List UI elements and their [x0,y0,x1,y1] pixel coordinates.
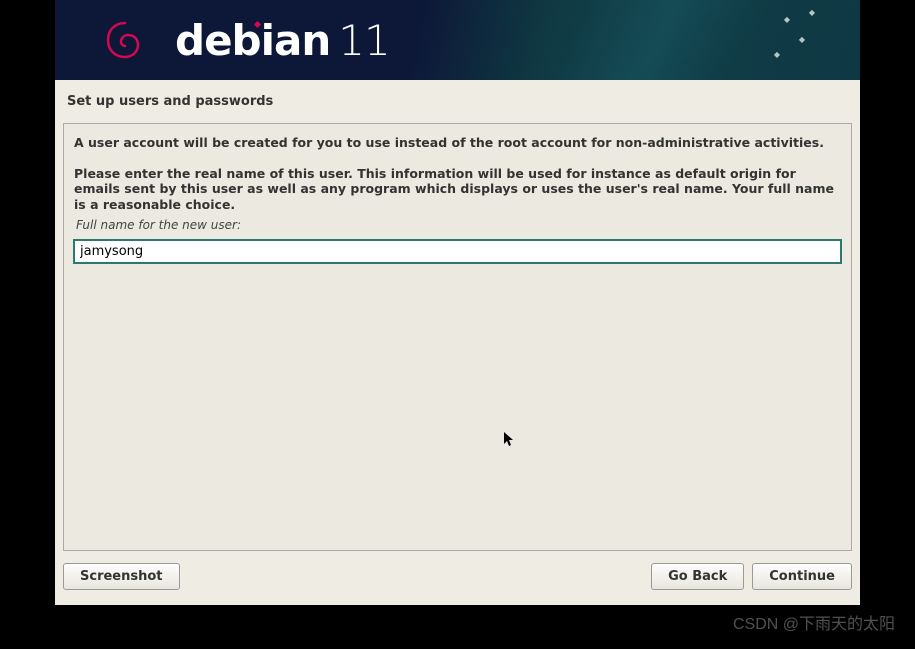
go-back-button[interactable]: Go Back [651,563,744,590]
brand-name: debian [175,16,330,65]
sparkle-icon: ◆ [784,15,790,24]
content-panel: A user account will be created for you t… [63,123,852,551]
sparkle-icon: ◆ [774,50,780,59]
brand-version: 11 [338,16,389,65]
watermark-text: CSDN @下雨天的太阳 [733,610,895,634]
sparkle-icon: ◆ [809,8,815,17]
instruction-text-1: A user account will be created for you t… [74,134,841,152]
debian-swirl-icon [100,15,150,65]
fullname-input[interactable] [74,240,841,263]
installer-window: debian11 ◆ ◆ ◆ ◆ Set up users and passwo… [55,0,860,605]
continue-button[interactable]: Continue [752,563,852,590]
fullname-label: Full name for the new user: [74,218,841,232]
instruction-text-2: Please enter the real name of this user.… [74,166,841,213]
screenshot-button[interactable]: Screenshot [63,563,180,590]
sparkle-icon: ◆ [799,35,805,44]
brand-logo: debian11 [175,16,390,65]
right-button-group: Go Back Continue [651,563,852,590]
header-banner: debian11 ◆ ◆ ◆ ◆ [55,0,860,80]
page-title: Set up users and passwords [55,80,860,123]
button-bar: Screenshot Go Back Continue [55,551,860,598]
